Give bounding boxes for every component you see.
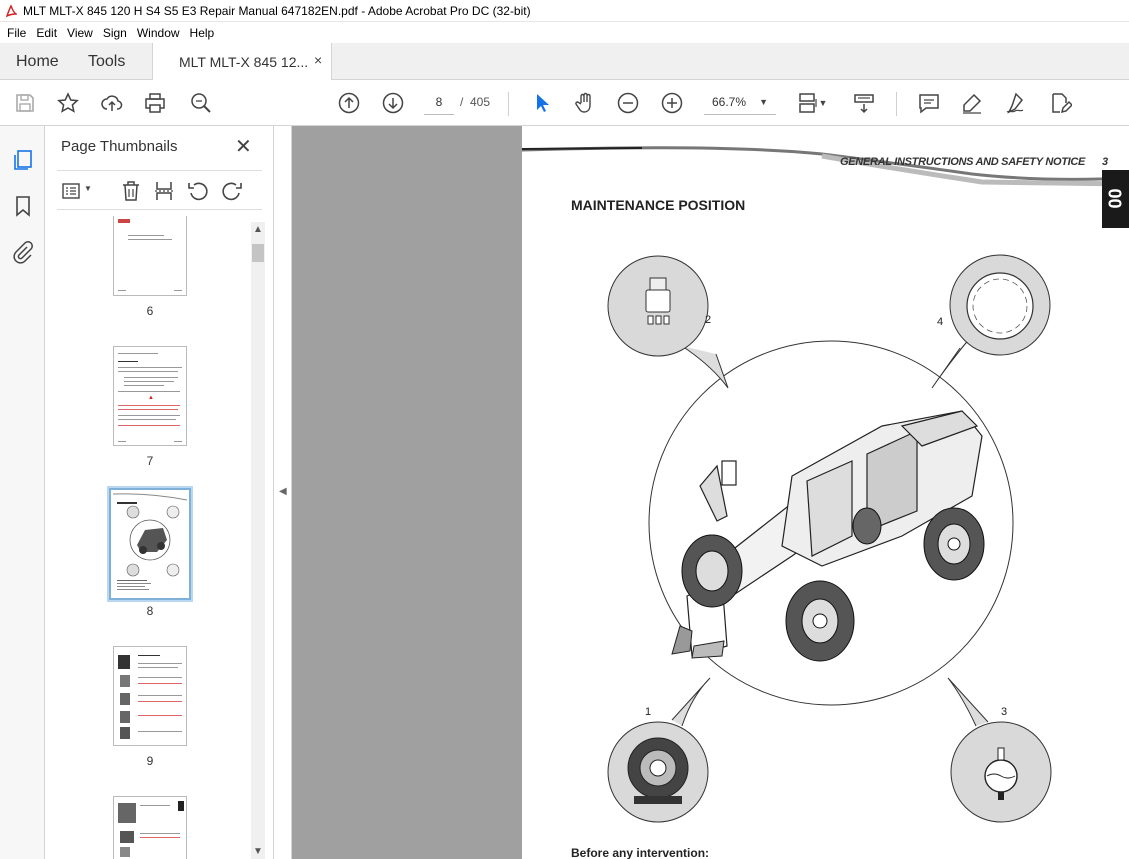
section-tab-label: 00 xyxy=(1104,188,1125,209)
chevron-down-icon: ▼ xyxy=(759,97,768,107)
thumbnail-label: 6 xyxy=(146,304,154,318)
tab-tools[interactable]: Tools xyxy=(88,53,125,71)
document-canvas-background xyxy=(292,126,522,859)
toolbar: 8 / 405 66.7% ▼ ▼ xyxy=(0,80,1129,126)
save-icon[interactable] xyxy=(12,90,38,116)
thumbnails-panel: Page Thumbnails ✕ ▼ 6 ▲ 7 8 9 ▲ ▼ xyxy=(45,126,274,859)
thumbnail-scrollbar[interactable]: ▲ ▼ xyxy=(251,222,265,859)
fit-page-dropdown-icon[interactable]: ▼ xyxy=(816,90,830,116)
menu-file[interactable]: File xyxy=(2,26,31,40)
panel-splitter[interactable]: ◀ xyxy=(274,126,292,859)
zoom-out-icon[interactable] xyxy=(615,90,641,116)
thumbnail-page-8[interactable] xyxy=(107,486,193,602)
scroll-up-icon[interactable]: ▲ xyxy=(253,224,263,235)
thumbnail-label: 7 xyxy=(146,454,154,468)
rotate-right-icon[interactable] xyxy=(220,179,244,203)
scroll-mode-icon[interactable] xyxy=(851,90,877,116)
panel-title: Page Thumbnails xyxy=(61,138,178,155)
options-dropdown-icon[interactable]: ▼ xyxy=(84,184,92,193)
scroll-down-icon[interactable]: ▼ xyxy=(253,846,263,857)
thumbnail-page-9[interactable] xyxy=(113,646,187,746)
star-icon[interactable] xyxy=(55,90,81,116)
document-heading: MAINTENANCE POSITION xyxy=(571,197,746,213)
page-down-icon[interactable] xyxy=(380,90,406,116)
thumbnail-page-7[interactable]: ▲ xyxy=(113,346,187,446)
close-panel-icon[interactable]: ✕ xyxy=(235,134,252,159)
zoom-select[interactable]: 66.7% ▼ xyxy=(704,91,776,115)
toolbar-divider xyxy=(896,92,897,116)
comment-icon[interactable] xyxy=(916,90,942,116)
thumbnail-page-8-preview xyxy=(112,492,188,596)
upload-icon[interactable] xyxy=(99,90,125,116)
close-tab-icon[interactable]: × xyxy=(314,52,322,68)
callout-label: 1 xyxy=(645,706,652,718)
thumbnail-label: 8 xyxy=(146,604,154,618)
page-number-input[interactable]: 8 xyxy=(424,91,454,115)
menu-sign[interactable]: Sign xyxy=(98,26,132,40)
callout-label: 4 xyxy=(937,316,944,328)
tab-document[interactable]: MLT MLT-X 845 12... × xyxy=(152,43,332,80)
thumbnail-list: 6 ▲ 7 8 9 xyxy=(45,216,274,859)
attachment-icon[interactable] xyxy=(11,240,35,264)
highlight-icon[interactable] xyxy=(959,90,985,116)
collapse-panel-icon[interactable]: ◀ xyxy=(279,486,287,497)
tab-document-label: MLT MLT-X 845 12... xyxy=(179,54,309,70)
tab-home[interactable]: Home xyxy=(16,53,59,71)
zoom-in-icon[interactable] xyxy=(659,90,685,116)
callout-label: 2 xyxy=(705,314,712,326)
scrollbar-thumb[interactable] xyxy=(252,244,264,262)
menu-window[interactable]: Window xyxy=(132,26,185,40)
select-cursor-icon[interactable] xyxy=(529,90,555,116)
bookmark-icon[interactable] xyxy=(11,194,35,218)
extract-pages-icon[interactable] xyxy=(152,179,176,203)
tab-bar: Home Tools MLT MLT-X 845 12... × xyxy=(0,43,1129,80)
thumbnail-page-6[interactable] xyxy=(113,216,187,296)
zoom-search-icon[interactable] xyxy=(188,90,214,116)
page-thumbnails-icon[interactable] xyxy=(11,148,35,172)
page-illustration xyxy=(522,146,1129,823)
acrobat-icon xyxy=(5,3,17,17)
document-page: GENERAL INSTRUCTIONS AND SAFETY NOTICE 3… xyxy=(522,126,1129,859)
document-header: GENERAL INSTRUCTIONS AND SAFETY NOTICE xyxy=(840,156,1086,168)
hand-icon[interactable] xyxy=(572,90,598,116)
edit-icon[interactable] xyxy=(1047,90,1073,116)
rotate-left-icon[interactable] xyxy=(186,179,210,203)
zoom-value: 66.7% xyxy=(712,95,747,109)
menu-view[interactable]: View xyxy=(62,26,98,40)
print-icon[interactable] xyxy=(142,90,168,116)
page-up-icon[interactable] xyxy=(336,90,362,116)
thumbnail-label: 9 xyxy=(146,754,154,768)
delete-icon[interactable] xyxy=(119,179,143,203)
thumbnails-toolbar: ▼ xyxy=(57,170,262,210)
menu-bar: File Edit View Sign Window Help xyxy=(0,22,1129,43)
menu-edit[interactable]: Edit xyxy=(31,26,62,40)
title-bar: MLT MLT-X 845 120 H S4 S5 E3 Repair Manu… xyxy=(0,0,1129,22)
options-menu-icon[interactable] xyxy=(61,179,85,203)
menu-help[interactable]: Help xyxy=(185,26,220,40)
callout-label: 3 xyxy=(1001,706,1008,718)
page-total: 405 xyxy=(470,95,491,109)
sign-icon[interactable] xyxy=(1003,90,1029,116)
navigation-rail xyxy=(0,126,45,859)
page-separator: / xyxy=(460,95,464,109)
window-title: MLT MLT-X 845 120 H S4 S5 E3 Repair Manu… xyxy=(23,3,531,18)
toolbar-divider xyxy=(508,92,509,116)
section-tab: 00 xyxy=(1102,170,1129,228)
document-footer-text: Before any intervention: xyxy=(571,846,710,859)
thumbnail-page-10[interactable] xyxy=(113,796,187,859)
document-page-number: 3 xyxy=(1102,156,1109,168)
